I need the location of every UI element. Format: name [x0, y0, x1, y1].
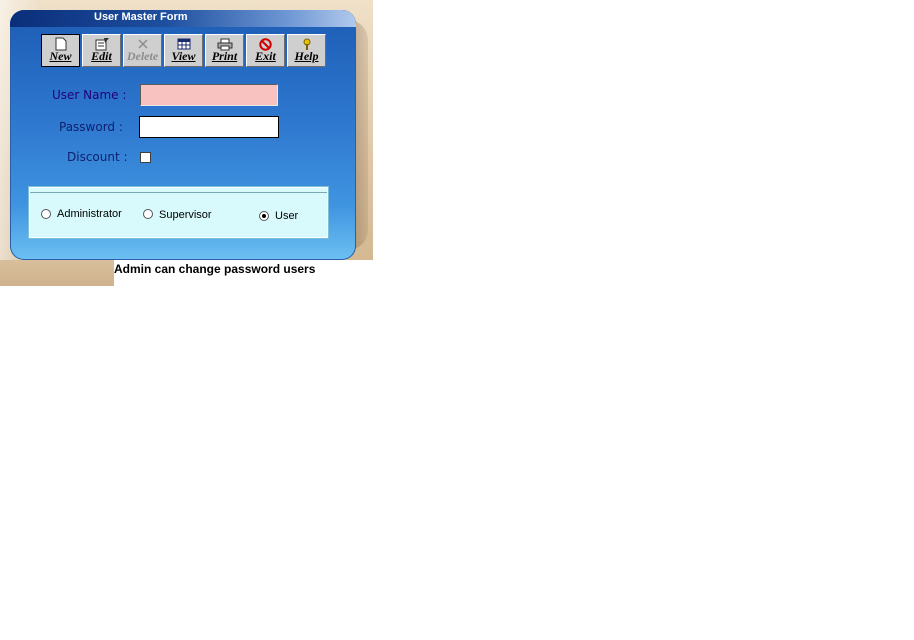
- delete-button-label: Delete: [126, 49, 159, 63]
- print-button-label: Print: [211, 49, 238, 63]
- view-button[interactable]: View: [164, 34, 203, 67]
- discount-checkbox[interactable]: [140, 152, 151, 163]
- background-strip: [0, 260, 114, 286]
- role-group: Administrator Supervisor User: [29, 187, 328, 238]
- new-button[interactable]: New: [41, 34, 80, 67]
- administrator-radio[interactable]: [41, 209, 51, 219]
- edit-button-label: Edit: [91, 49, 112, 63]
- discount-label: Discount :: [67, 150, 128, 164]
- password-input[interactable]: [139, 116, 279, 138]
- view-button-label: View: [171, 49, 196, 63]
- new-button-label: New: [49, 49, 72, 63]
- caption-text: Admin can change password users: [114, 262, 316, 276]
- help-button-label: Help: [294, 49, 319, 63]
- user-radio-label[interactable]: User: [275, 210, 298, 222]
- role-group-divider: [30, 192, 327, 193]
- supervisor-radio-label[interactable]: Supervisor: [159, 209, 212, 221]
- print-button[interactable]: Print: [205, 34, 244, 67]
- username-label: User Name :: [52, 88, 127, 102]
- exit-button-label: Exit: [255, 49, 276, 63]
- window-title: User Master Form: [94, 11, 188, 23]
- exit-button[interactable]: Exit: [246, 34, 285, 67]
- title-bar[interactable]: User Master Form: [10, 10, 356, 27]
- help-button[interactable]: Help: [287, 34, 326, 67]
- edit-button[interactable]: Edit: [82, 34, 121, 67]
- username-input[interactable]: [140, 84, 278, 106]
- password-label: Password :: [59, 120, 123, 134]
- delete-button[interactable]: Delete: [123, 34, 162, 67]
- toolbar: New Edit Delete View Print Exit Help: [41, 34, 328, 69]
- user-radio[interactable]: [259, 211, 269, 221]
- supervisor-radio[interactable]: [143, 209, 153, 219]
- user-master-window: User Master Form New Edit Delete View Pr…: [10, 10, 356, 260]
- administrator-radio-label[interactable]: Administrator: [57, 208, 122, 220]
